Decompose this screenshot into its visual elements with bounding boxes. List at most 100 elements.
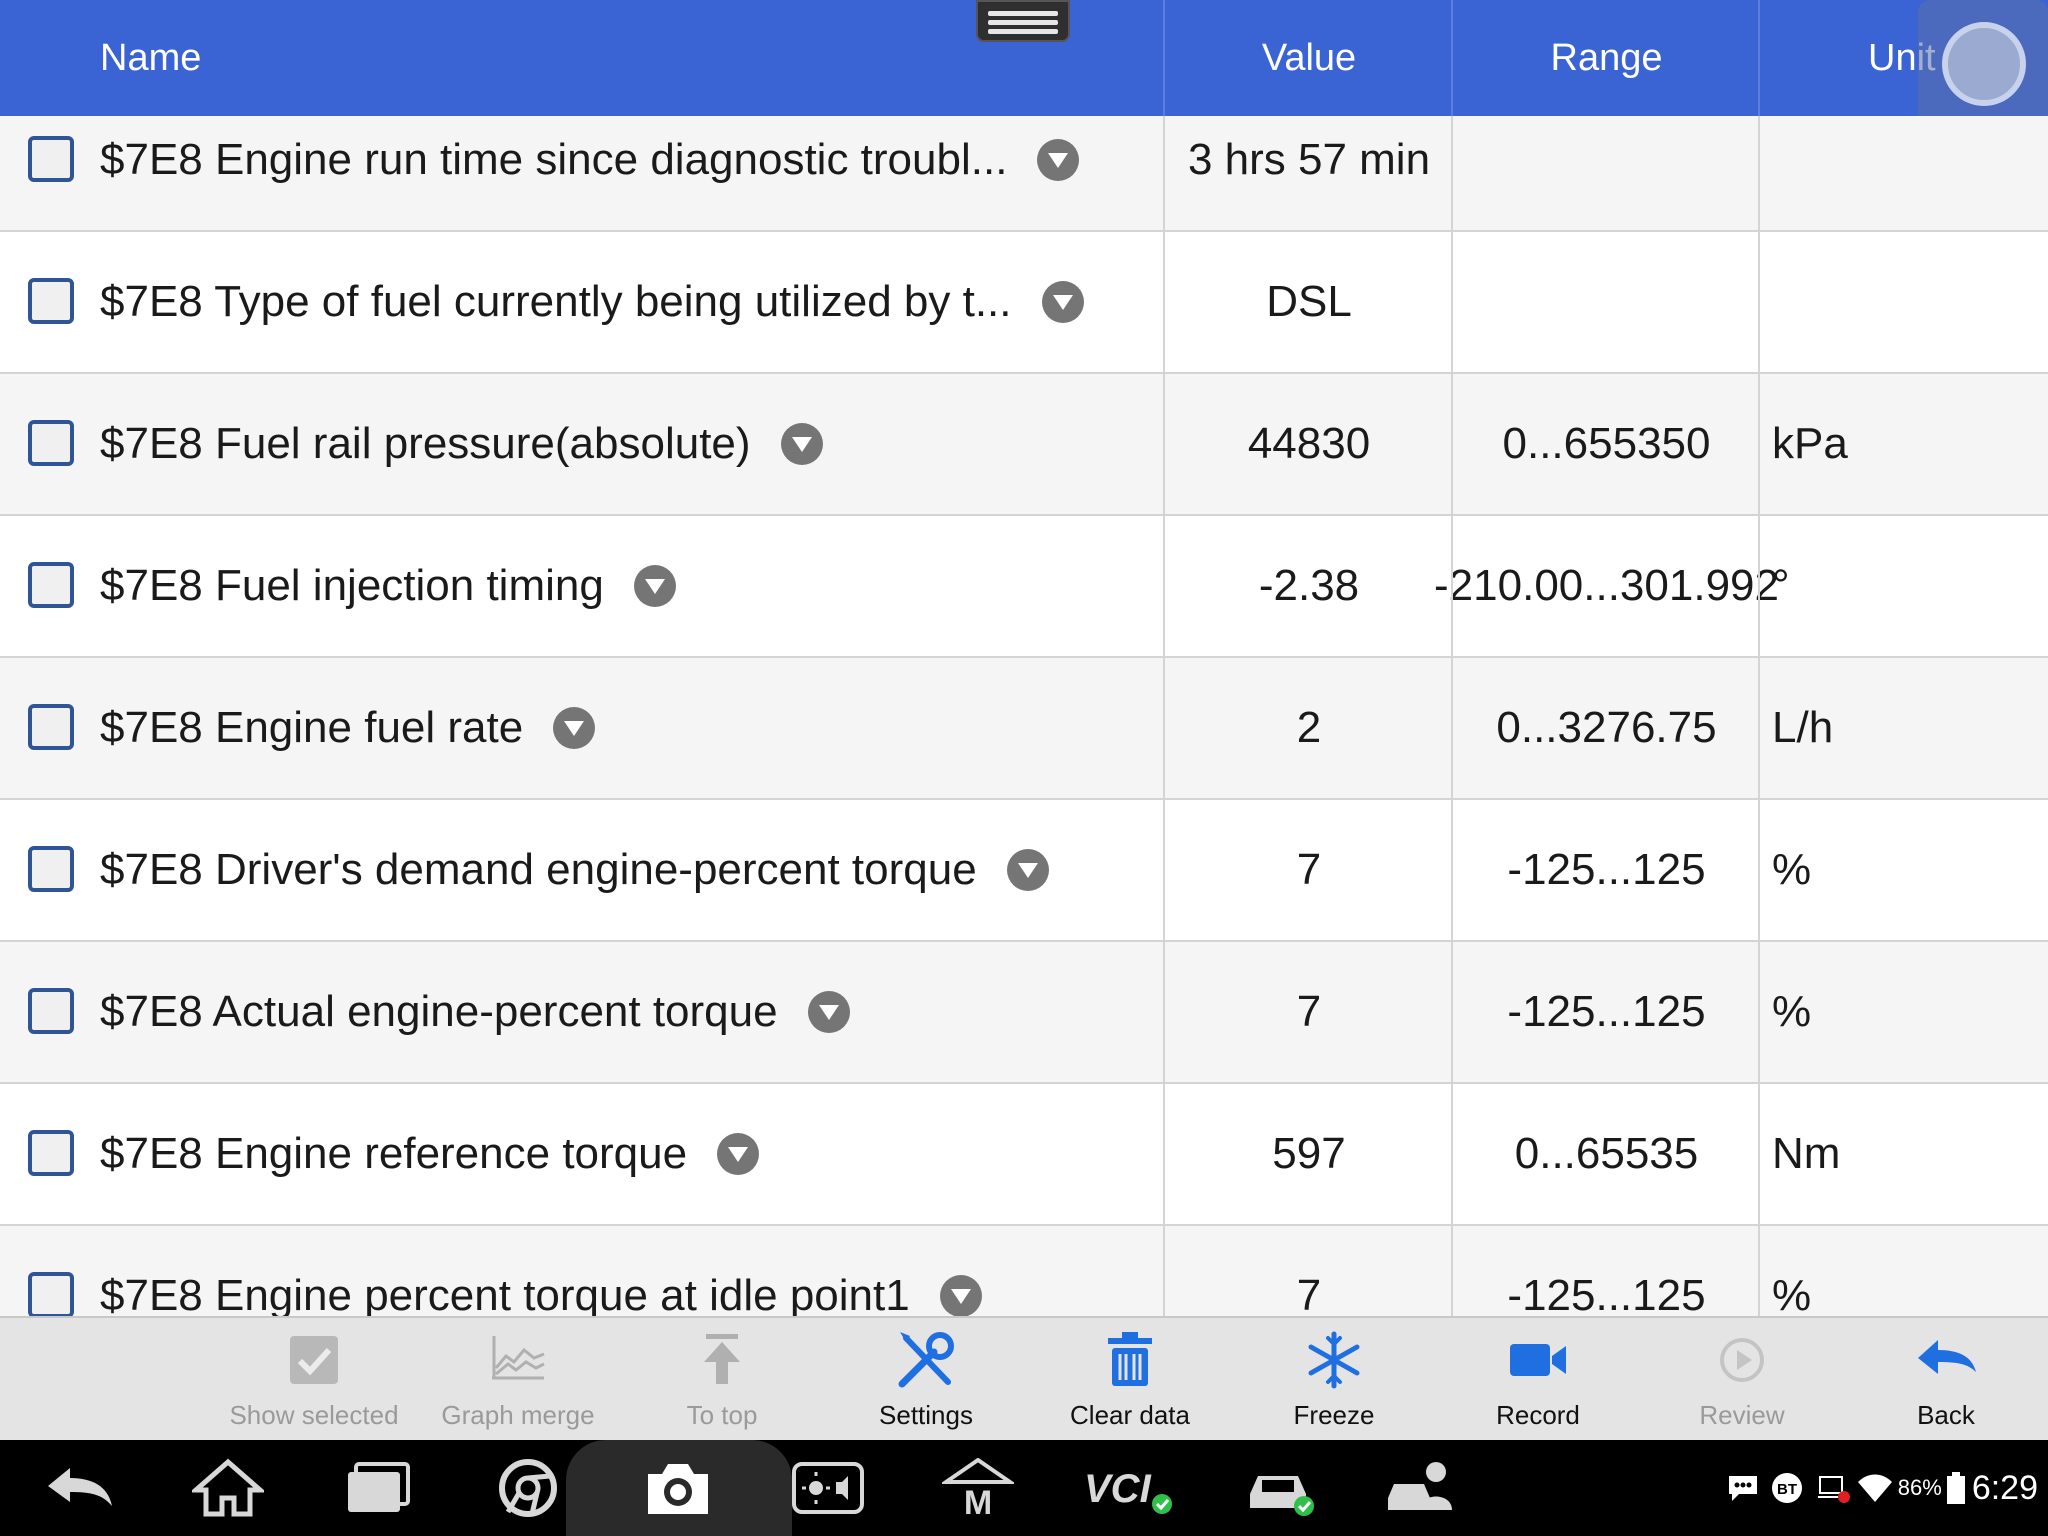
parameter-range: -125...125	[1507, 1271, 1706, 1316]
maxifix-m-icon[interactable]: M	[942, 1458, 1014, 1518]
brightness-volume-icon[interactable]	[792, 1458, 864, 1518]
status-clock: 6:29	[1971, 1468, 2038, 1507]
parameter-range: -125...125	[1507, 845, 1706, 894]
graph-merge-icon	[492, 1336, 545, 1380]
parameter-value: DSL	[1266, 277, 1352, 326]
freeze-button[interactable]: Freeze	[1234, 1318, 1434, 1442]
parameter-unit: °	[1772, 561, 1790, 610]
parameter-value: 597	[1272, 1129, 1346, 1178]
table-row[interactable]: $7E8 Engine reference torque 597 0...655…	[0, 1084, 2048, 1226]
dropdown-arrow-icon[interactable]	[1037, 139, 1080, 181]
parameter-value: 7	[1296, 987, 1322, 1036]
row-checkbox[interactable]	[28, 704, 74, 750]
svg-text:M: M	[964, 1484, 992, 1518]
status-area: BT 86% 6:29	[1726, 1440, 2038, 1536]
dropdown-arrow-icon[interactable]	[1006, 849, 1049, 891]
table-row[interactable]: $7E8 Fuel injection timing -2.38 -210.00…	[0, 516, 2048, 658]
back-button[interactable]: Back	[1846, 1318, 2046, 1442]
home-icon[interactable]	[192, 1458, 264, 1518]
system-back-icon[interactable]	[44, 1458, 116, 1518]
wifi-icon	[1857, 1474, 1892, 1502]
clear-data-button[interactable]: Clear data	[1030, 1318, 1230, 1442]
table-row[interactable]: $7E8 Engine fuel rate 2 0...3276.75 L/h	[0, 658, 2048, 800]
dropdown-arrow-icon[interactable]	[717, 1133, 760, 1175]
row-checkbox[interactable]	[28, 278, 74, 324]
network-error-icon	[1817, 1476, 1850, 1503]
parameter-range: 0...65535	[1514, 1129, 1699, 1178]
row-checkbox[interactable]	[28, 846, 74, 892]
parameter-range: -125...125	[1507, 987, 1706, 1036]
table-row[interactable]: $7E8 Driver's demand engine-percent torq…	[0, 800, 2048, 942]
parameter-unit: kPa	[1772, 419, 1848, 468]
row-checkbox[interactable]	[28, 136, 74, 182]
play-circle-icon	[1720, 1338, 1764, 1382]
parameter-value: 3 hrs 57 min	[1187, 135, 1431, 184]
trash-icon	[1108, 1332, 1152, 1386]
data-stream-table[interactable]: $7E8 Engine run time since diagnostic tr…	[0, 116, 2048, 1316]
row-checkbox[interactable]	[28, 1130, 74, 1176]
to-top-button[interactable]: To top	[622, 1318, 822, 1442]
parameter-value: 44830	[1247, 419, 1371, 468]
parameter-name: $7E8 Driver's demand engine-percent torq…	[100, 845, 977, 894]
row-checkbox[interactable]	[28, 420, 74, 466]
parameter-value: 7	[1296, 845, 1322, 894]
table-row[interactable]: $7E8 Engine run time since diagnostic tr…	[0, 116, 2048, 232]
table-row[interactable]: $7E8 Type of fuel currently being utiliz…	[0, 232, 2048, 374]
screenshot-camera-icon[interactable]	[642, 1458, 714, 1518]
parameter-name: $7E8 Engine reference torque	[100, 1129, 688, 1178]
dropdown-arrow-icon[interactable]	[553, 707, 596, 749]
dropdown-arrow-icon[interactable]	[807, 991, 850, 1033]
back-arrow-icon	[1918, 1340, 1976, 1374]
row-checkbox[interactable]	[28, 562, 74, 608]
column-header-range: Range	[1550, 36, 1663, 79]
parameter-range: -210.00...301.992	[1434, 561, 1779, 610]
chrome-icon[interactable]	[492, 1458, 564, 1518]
parameter-unit: %	[1772, 1271, 1812, 1316]
battery-icon	[1946, 1472, 1965, 1504]
parameter-value: -2.38	[1258, 561, 1360, 610]
parameter-name: $7E8 Type of fuel currently being utiliz…	[100, 277, 1012, 326]
chat-notification-icon	[1728, 1476, 1757, 1501]
parameter-name: $7E8 Actual engine-percent torque	[100, 987, 778, 1036]
parameter-range	[1453, 116, 1760, 230]
table-row[interactable]: $7E8 Engine percent torque at idle point…	[0, 1226, 2048, 1316]
row-checkbox[interactable]	[28, 988, 74, 1034]
bottom-toolbar: Show selected Graph merge To top Setting…	[0, 1316, 2048, 1440]
graph-merge-button[interactable]: Graph merge	[418, 1318, 618, 1442]
column-header-value: Value	[1261, 36, 1357, 79]
parameter-value: 2	[1296, 703, 1322, 752]
drag-handle-icon[interactable]	[976, 0, 1070, 42]
dropdown-arrow-icon[interactable]	[633, 565, 676, 607]
floating-assistive-button[interactable]	[1918, 0, 2048, 130]
review-button[interactable]: Review	[1642, 1318, 1842, 1442]
row-checkbox[interactable]	[28, 1272, 74, 1316]
table-row[interactable]: $7E8 Fuel rail pressure(absolute) 44830 …	[0, 374, 2048, 516]
battery-percent: 86%	[1897, 1475, 1942, 1500]
parameter-unit: %	[1772, 987, 1812, 1036]
vehicle-connected-icon[interactable]	[1244, 1458, 1316, 1518]
dropdown-arrow-icon[interactable]	[939, 1275, 982, 1316]
parameter-unit: Nm	[1772, 1129, 1841, 1178]
parameter-name: $7E8 Fuel injection timing	[100, 561, 604, 610]
system-navigation-bar: M VCI BT 86% 6:29	[0, 1440, 2048, 1536]
wrench-screwdriver-icon	[898, 1332, 954, 1388]
settings-button[interactable]: Settings	[826, 1318, 1026, 1442]
column-header-name: Name	[100, 36, 202, 79]
dropdown-arrow-icon[interactable]	[1041, 281, 1084, 323]
parameter-name: $7E8 Engine run time since diagnostic tr…	[100, 135, 1008, 184]
recent-apps-icon[interactable]	[342, 1458, 414, 1518]
parameter-unit: %	[1772, 845, 1812, 894]
parameter-value: 7	[1296, 1271, 1322, 1316]
remote-expert-icon[interactable]	[1384, 1458, 1456, 1518]
vci-connection-icon[interactable]: VCI	[1082, 1458, 1178, 1518]
record-button[interactable]: Record	[1438, 1318, 1638, 1442]
column-divider	[1451, 116, 1453, 1316]
dropdown-arrow-icon[interactable]	[780, 423, 823, 465]
parameter-name: $7E8 Engine percent torque at idle point…	[100, 1271, 910, 1316]
arrow-to-top-icon	[704, 1334, 740, 1384]
table-row[interactable]: $7E8 Actual engine-percent torque 7 -125…	[0, 942, 2048, 1084]
svg-text:BT: BT	[1777, 1481, 1797, 1498]
video-camera-icon	[1510, 1344, 1566, 1376]
assistive-touch-icon	[1942, 22, 2026, 106]
show-selected-button[interactable]: Show selected	[214, 1318, 414, 1442]
